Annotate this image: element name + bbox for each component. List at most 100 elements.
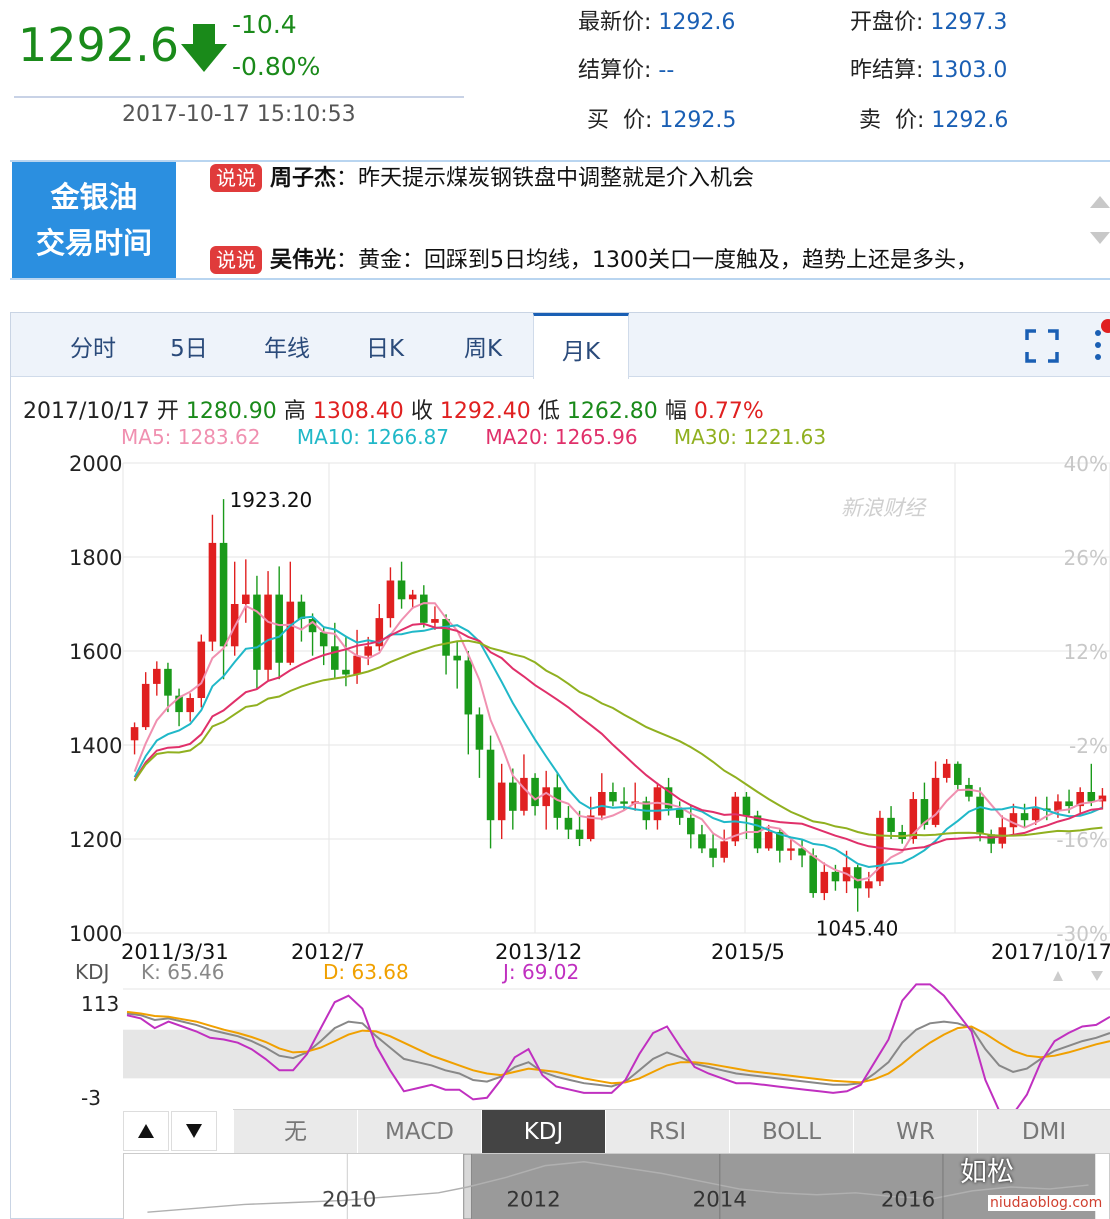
ticker-item[interactable]: 说说 周子杰：昨天提示煤炭钢铁盘中调整就是介入机会 <box>210 160 754 192</box>
indicator-dmi[interactable]: DMI <box>977 1110 1110 1154</box>
kline-chart[interactable]: 20001800160014001200100040%26%12%-2%-16%… <box>11 313 1110 1109</box>
indicator-boll[interactable]: BOLL <box>729 1110 853 1154</box>
candle-down <box>954 763 962 785</box>
bid-price-value: 1292.5 <box>659 108 737 133</box>
candle-up <box>286 601 295 663</box>
prev-settle-label: 昨结算: <box>850 58 924 83</box>
percent-tick-label: 40% <box>1064 452 1108 476</box>
ticker-author: 吴伟光 <box>270 248 337 273</box>
candle-up <box>1054 801 1062 811</box>
indicator-kdj[interactable]: KDJ <box>481 1110 605 1154</box>
candle-down <box>509 782 517 811</box>
overview-year-label: 2012 <box>506 1187 560 1212</box>
candle-up <box>386 580 395 619</box>
candle-down <box>453 655 461 661</box>
candle-up <box>598 792 606 816</box>
overview-year-label: 2016 <box>881 1187 935 1212</box>
candle-up <box>153 668 161 684</box>
trading-hours-link[interactable]: 金银油 交易时间 <box>12 162 176 278</box>
prev-settle-field: 昨结算: 1303.0 <box>850 52 1007 84</box>
ask-price-value: 1292.6 <box>931 108 1009 133</box>
percent-tick-label: -2% <box>1069 734 1108 758</box>
price-tick-label: 1200 <box>69 828 122 852</box>
candle-up <box>876 817 884 882</box>
ticker-badge: 说说 <box>210 246 262 274</box>
candle-up <box>364 646 372 656</box>
indicator-wr[interactable]: WR <box>853 1110 977 1154</box>
price-change-percent: -0.80% <box>232 52 321 81</box>
watermark-url: niudaoblog.com <box>988 1195 1105 1211</box>
indicator-prev-button[interactable] <box>123 1111 169 1151</box>
candle-down <box>319 632 328 647</box>
candle-up <box>764 831 773 849</box>
candle-down <box>420 594 428 623</box>
candle-up <box>865 881 873 889</box>
kdj-k-value: K: 65.46 <box>141 960 224 984</box>
indicator-rsi[interactable]: RSI <box>605 1110 729 1154</box>
quote-divider <box>14 96 464 98</box>
ticker-text: ：昨天提示煤炭钢铁盘中调整就是介入机会 <box>336 166 755 191</box>
candle-down <box>620 801 628 804</box>
time-axis-label: 2015/5 <box>711 940 785 964</box>
indicator-macd[interactable]: MACD <box>357 1110 481 1154</box>
candle-up <box>264 594 272 670</box>
indicator-none[interactable]: 无 <box>233 1110 357 1154</box>
candle-up <box>942 763 951 778</box>
bid-price-label: 买 价: <box>587 108 653 133</box>
overview-year-label: 2010 <box>322 1187 376 1212</box>
arrow-down-icon <box>181 24 227 72</box>
candle-down <box>976 796 984 835</box>
prev-settle-value: 1303.0 <box>930 58 1008 83</box>
triangle-up-icon <box>138 1124 154 1138</box>
candle-down <box>297 601 306 620</box>
candle-down <box>397 580 406 600</box>
open-price-label: 开盘价: <box>850 10 924 35</box>
settle-price-field: 结算价: -- <box>578 52 674 84</box>
kdj-close-icon <box>1091 971 1103 981</box>
candle-down <box>831 871 840 882</box>
indicator-next-button[interactable] <box>171 1111 217 1151</box>
ticker-scroll-down-icon[interactable] <box>1090 232 1110 244</box>
settle-price-value: -- <box>658 58 675 83</box>
ticker-item[interactable]: 说说 吴伟光：黄金：回踩到5日均线，1300关口一度触及，趋势上还是多头， <box>210 242 978 274</box>
ticker-author: 周子杰 <box>270 166 337 191</box>
ticker-badge: 说说 <box>210 164 262 192</box>
candle-down <box>553 787 562 818</box>
kdj-tick-label: 113 <box>81 992 119 1016</box>
kdj-d-value: D: 63.68 <box>323 960 409 984</box>
candle-up <box>720 841 728 858</box>
candle-down <box>164 668 172 696</box>
candle-up <box>353 655 361 675</box>
last-price: 1292.6 <box>18 18 179 72</box>
candle-down <box>1020 813 1029 821</box>
candle-up <box>408 594 417 600</box>
candle-down <box>275 594 283 663</box>
kdj-name: KDJ <box>75 960 109 984</box>
candle-up <box>497 782 506 821</box>
candle-up <box>787 848 795 851</box>
candle-down <box>486 749 495 821</box>
candle-down <box>1087 792 1096 802</box>
candle-up <box>931 777 940 825</box>
candle-up <box>520 777 528 811</box>
candle-down <box>442 619 450 656</box>
kdj-band <box>123 1029 1110 1079</box>
price-tick-label: 1000 <box>69 922 122 946</box>
quote-time: 2017-10-17 15:10:53 <box>122 102 356 127</box>
candle-down <box>609 792 617 802</box>
ticker-scroll-up-icon[interactable] <box>1090 196 1110 208</box>
candles <box>130 499 1107 912</box>
candle-up <box>242 594 250 604</box>
price-change: -10.4 <box>232 10 297 39</box>
ticker-text: ：黄金：回踩到5日均线，1300关口一度触及，趋势上还是多头， <box>336 248 979 273</box>
ask-price-label: 卖 价: <box>859 108 925 133</box>
candle-down <box>564 817 573 830</box>
candle-up <box>542 787 550 807</box>
candle-up <box>208 542 217 642</box>
candle-down <box>742 796 751 816</box>
candle-down <box>464 660 473 715</box>
candle-up <box>186 698 194 713</box>
candle-down <box>887 817 895 832</box>
candle-up <box>431 619 439 623</box>
candle-down <box>687 817 695 835</box>
